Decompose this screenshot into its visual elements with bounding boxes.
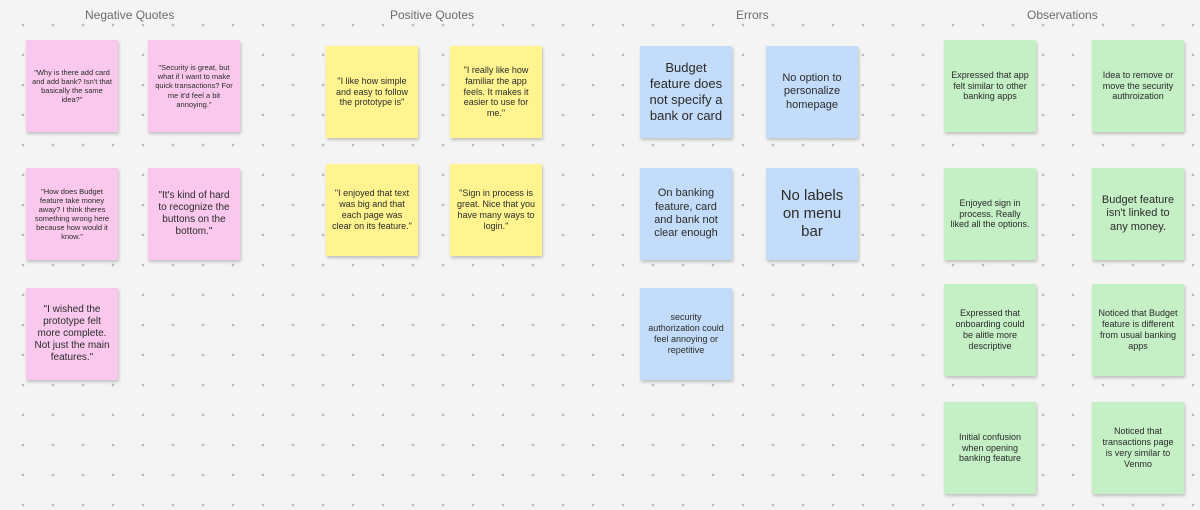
- sticky-note-observation[interactable]: Noticed that transactions page is very s…: [1092, 402, 1184, 494]
- sticky-note-text: Budget feature does not specify a bank o…: [649, 60, 723, 123]
- sticky-note-observation[interactable]: Expressed that onboarding could be alitl…: [944, 284, 1036, 376]
- sticky-note-text: "Why is there add card and add bank? Isn…: [32, 67, 112, 105]
- sticky-note-text: Noticed that Budget feature is different…: [1098, 308, 1178, 351]
- sticky-note-negative-quote[interactable]: "It's kind of hard to recognize the butt…: [148, 168, 240, 260]
- sticky-note-text: "How does Budget feature take money away…: [34, 186, 110, 242]
- sticky-note-text: No labels on menu bar: [780, 186, 844, 241]
- whiteboard-canvas[interactable]: Negative Quotes Positive Quotes Errors O…: [0, 0, 1200, 510]
- sticky-note-text: "Sign in process is great. Nice that you…: [456, 188, 536, 231]
- sticky-note-error[interactable]: security authorization could feel annoyi…: [640, 288, 732, 380]
- sticky-note-observation[interactable]: Enjoyed sign in process. Really liked al…: [944, 168, 1036, 260]
- sticky-note-negative-quote[interactable]: "Why is there add card and add bank? Isn…: [26, 40, 118, 132]
- sticky-note-text: Expressed that onboarding could be alitl…: [955, 308, 1025, 351]
- sticky-note-positive-quote[interactable]: "I enjoyed that text was big and that ea…: [326, 164, 418, 256]
- sticky-note-positive-quote[interactable]: "Sign in process is great. Nice that you…: [450, 164, 542, 256]
- sticky-note-text: "It's kind of hard to recognize the butt…: [158, 189, 230, 238]
- sticky-note-text: No option to personalize homepage: [782, 71, 842, 111]
- sticky-note-observation[interactable]: Budget feature isn't linked to any money…: [1092, 168, 1184, 260]
- column-header-negative-quotes: Negative Quotes: [85, 8, 175, 22]
- sticky-note-negative-quote[interactable]: "I wished the prototype felt more comple…: [26, 288, 118, 380]
- sticky-note-text: On banking feature, card and bank not cl…: [654, 187, 718, 240]
- sticky-note-positive-quote[interactable]: "I really like how familiar the app feel…: [450, 46, 542, 138]
- sticky-note-text: Initial confusion when opening banking f…: [958, 431, 1022, 464]
- sticky-note-text: Enjoyed sign in process. Really liked al…: [950, 197, 1030, 230]
- sticky-note-error[interactable]: Budget feature does not specify a bank o…: [640, 46, 732, 138]
- sticky-note-text: "I really like how familiar the app feel…: [463, 64, 529, 119]
- sticky-note-negative-quote[interactable]: "Security is great, but what if I want t…: [148, 40, 240, 132]
- sticky-note-observation[interactable]: Initial confusion when opening banking f…: [944, 402, 1036, 494]
- sticky-note-text: "I wished the prototype felt more comple…: [34, 303, 110, 364]
- sticky-note-text: security authorization could feel annoyi…: [648, 312, 724, 355]
- sticky-note-error[interactable]: No labels on menu bar: [766, 168, 858, 260]
- sticky-note-error[interactable]: No option to personalize homepage: [766, 46, 858, 138]
- sticky-note-observation[interactable]: Idea to remove or move the security auth…: [1092, 40, 1184, 132]
- sticky-note-text: "Security is great, but what if I want t…: [155, 63, 233, 109]
- sticky-note-text: Expressed that app felt similar to other…: [951, 69, 1029, 102]
- column-header-positive-quotes: Positive Quotes: [390, 8, 475, 22]
- sticky-note-text: Idea to remove or move the security auth…: [1102, 69, 1174, 102]
- sticky-note-text: "I like how simple and easy to follow th…: [335, 75, 409, 108]
- sticky-note-text: "I enjoyed that text was big and that ea…: [332, 188, 412, 231]
- sticky-note-text: Noticed that transactions page is very s…: [1102, 426, 1174, 469]
- column-header-observations: Observations: [1027, 8, 1098, 22]
- sticky-note-observation[interactable]: Expressed that app felt similar to other…: [944, 40, 1036, 132]
- column-header-errors: Errors: [736, 8, 769, 22]
- sticky-note-negative-quote[interactable]: "How does Budget feature take money away…: [26, 168, 118, 260]
- sticky-note-positive-quote[interactable]: "I like how simple and easy to follow th…: [326, 46, 418, 138]
- sticky-note-text: Budget feature isn't linked to any money…: [1101, 193, 1175, 233]
- sticky-note-observation[interactable]: Noticed that Budget feature is different…: [1092, 284, 1184, 376]
- sticky-note-error[interactable]: On banking feature, card and bank not cl…: [640, 168, 732, 260]
